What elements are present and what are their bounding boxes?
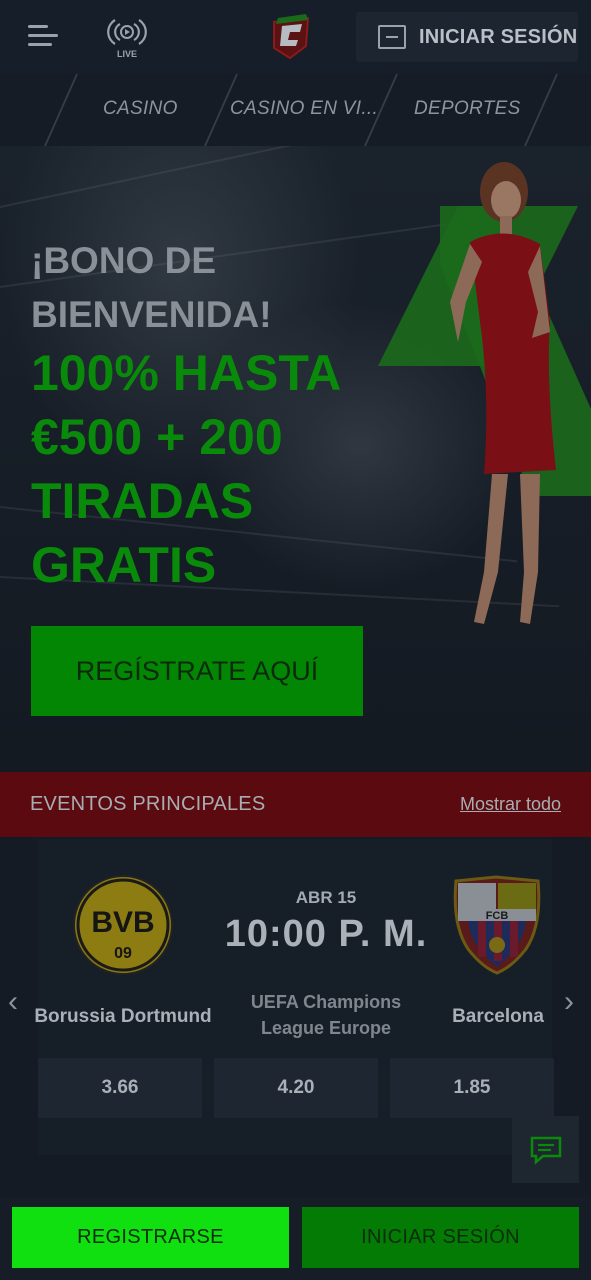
home-logo-sub: 09 (114, 945, 132, 962)
headline-line: ¡BONO DE (31, 240, 216, 281)
category-nav: CASINO CASINO EN VI... DEPORTES (0, 74, 591, 146)
offer-line: TIRADAS (31, 473, 254, 529)
register-button[interactable]: REGISTRARSE (12, 1207, 289, 1268)
match-date: ABR 15 (295, 888, 357, 907)
nav-divider (43, 74, 79, 146)
live-label: LIVE (116, 49, 137, 59)
main-events-header: EVENTOS PRINCIPALES Mostrar todo (0, 772, 591, 837)
home-team-name: Borussia Dortmund (34, 1006, 212, 1027)
match-carousel: ‹ › BVB 09 FCB ABR 15 10:00 P. M. Boruss… (0, 837, 591, 1197)
brand-logo[interactable] (268, 12, 314, 60)
nav-item-deportes[interactable]: DEPORTES (414, 98, 521, 120)
welcome-headline: ¡BONO DE BIENVENIDA! (31, 234, 272, 342)
nav-divider (523, 74, 559, 146)
hero-banner[interactable]: ¡BONO DE BIENVENIDA! 100% HASTA €500 + 2… (0, 146, 591, 772)
odd-home-button[interactable]: 3.66 (38, 1058, 202, 1118)
away-logo-text: FCB (486, 910, 509, 922)
bonus-offer-text: 100% HASTA €500 + 200 TIRADAS GRATIS (31, 341, 371, 597)
main-events-title: EVENTOS PRINCIPALES (30, 793, 266, 815)
live-button[interactable]: LIVE (106, 16, 148, 59)
odd-away-button[interactable]: 1.85 (390, 1058, 554, 1118)
offer-line: €500 + 200 (31, 409, 283, 465)
chat-icon (530, 1136, 561, 1165)
chevron-left-icon[interactable]: ‹ (8, 985, 18, 1019)
odd-draw-button[interactable]: 4.20 (214, 1058, 378, 1118)
offer-line: 100% HASTA (31, 345, 342, 401)
chevron-right-icon[interactable]: › (564, 985, 574, 1019)
hostess-image (450, 162, 556, 624)
away-team-name: Barcelona (452, 1006, 544, 1027)
brand-logo-icon (273, 14, 310, 60)
league-line: UEFA Champions (250, 992, 402, 1012)
stadium-decoration (0, 146, 412, 208)
bottom-action-bar: REGISTRARSE INICIAR SESIÓN (0, 1197, 591, 1280)
chat-button[interactable] (512, 1116, 579, 1183)
show-all-link[interactable]: Mostrar todo (460, 794, 561, 815)
menu-icon[interactable] (28, 25, 58, 49)
login-button[interactable]: INICIAR SESIÓN (302, 1207, 579, 1268)
nav-item-casino[interactable]: CASINO (103, 98, 178, 120)
login-key-icon (378, 25, 406, 49)
league-line: League Europe (260, 1018, 392, 1038)
headline-line: BIENVENIDA! (31, 294, 272, 335)
league-name: UEFA Champions League Europe (226, 989, 426, 1041)
home-logo-text: BVB (91, 906, 154, 939)
register-here-button[interactable]: REGÍSTRATE AQUÍ (31, 626, 363, 716)
match-time: 10:00 P. M. (224, 913, 428, 955)
live-broadcast-icon (107, 19, 147, 45)
barcelona-logo: FCB (453, 875, 541, 975)
top-header: LIVE INICIAR SESIÓN (0, 0, 591, 74)
header-login-label: INICIAR SESIÓN (419, 25, 578, 48)
dortmund-logo: BVB 09 (73, 875, 173, 975)
nav-item-casino-en-vivo[interactable]: CASINO EN VI... (230, 98, 378, 120)
offer-line: GRATIS (31, 537, 217, 593)
header-login-button[interactable]: INICIAR SESIÓN (356, 12, 578, 62)
